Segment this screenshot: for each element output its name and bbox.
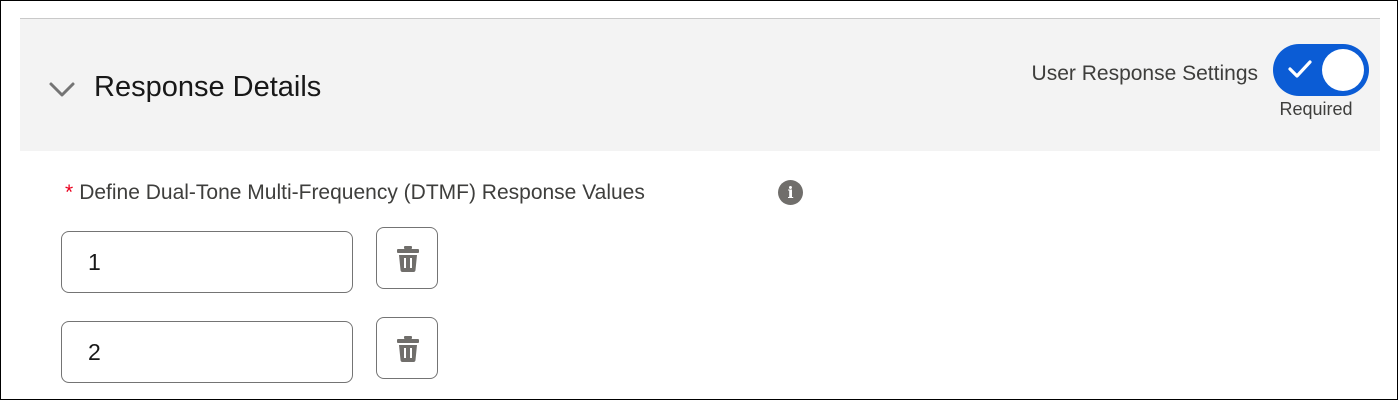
- section-title: Response Details: [94, 71, 322, 103]
- check-icon: [1288, 60, 1312, 78]
- trash-icon: [397, 246, 419, 272]
- section-header[interactable]: Response Details User Response Settings …: [20, 18, 1380, 151]
- dtmf-value-input[interactable]: [61, 321, 353, 383]
- dtmf-value-row: [61, 227, 441, 295]
- toggle-state-text: Required: [1279, 99, 1353, 119]
- trash-icon: [397, 336, 419, 362]
- chevron-down-icon[interactable]: [48, 79, 76, 99]
- dtmf-label-text: Define Dual-Tone Multi-Frequency (DTMF) …: [79, 181, 645, 204]
- delete-value-button[interactable]: [376, 227, 438, 289]
- user-response-settings-toggle[interactable]: [1273, 44, 1369, 96]
- delete-value-button[interactable]: [376, 317, 438, 379]
- user-response-settings-label: User Response Settings: [1031, 62, 1258, 85]
- required-marker: *: [65, 181, 74, 204]
- info-icon[interactable]: i: [778, 180, 803, 205]
- response-details-panel: Response Details User Response Settings …: [0, 0, 1398, 400]
- dtmf-value-input[interactable]: [61, 231, 353, 293]
- dtmf-field-label: * Define Dual-Tone Multi-Frequency (DTMF)…: [65, 179, 645, 207]
- dtmf-value-row: [61, 317, 441, 385]
- toggle-knob: [1322, 49, 1364, 91]
